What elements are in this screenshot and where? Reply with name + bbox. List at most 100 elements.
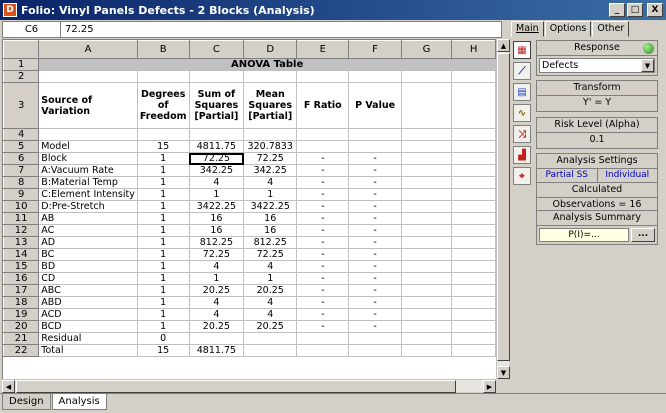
p-value-cell[interactable]: - [348,284,402,297]
cell[interactable] [451,164,496,177]
col-header-e[interactable]: E [296,40,350,59]
ms-cell[interactable]: 4 [243,260,298,273]
cell[interactable] [348,70,402,83]
f-ratio-cell[interactable]: - [296,152,350,165]
source-cell[interactable]: CD [38,272,138,285]
individual-option[interactable]: Individual [596,169,658,182]
df-cell[interactable]: 1 [136,296,190,309]
row-header[interactable]: 9 [3,188,40,201]
row-header[interactable]: 12 [3,224,40,237]
ms-cell[interactable] [243,332,298,345]
cell[interactable] [296,128,350,141]
source-cell[interactable]: A:Vacuum Rate [38,164,138,177]
cell[interactable] [400,320,453,333]
cell[interactable] [451,260,496,273]
df-cell[interactable]: 1 [136,320,190,333]
f-ratio-cell[interactable]: - [296,320,350,333]
f-ratio-cell[interactable]: - [296,248,350,261]
cell[interactable] [400,308,453,321]
source-cell[interactable]: D:Pre-Stretch [38,200,138,213]
p-value-cell[interactable] [348,344,402,357]
p-value-cell[interactable]: - [348,272,402,285]
ss-cell[interactable]: 4 [188,260,245,273]
risk-section[interactable]: Risk Level (Alpha) 0.1 [536,117,658,149]
cell[interactable] [451,140,496,153]
cell[interactable] [400,70,453,83]
cell[interactable] [38,128,138,141]
row-header[interactable]: 2 [3,70,40,83]
df-cell[interactable]: 1 [136,200,190,213]
cell[interactable] [451,332,496,345]
ms-cell[interactable]: 20.25 [243,320,298,333]
tab-options[interactable]: Options [544,21,592,37]
cell[interactable] [451,272,496,285]
scroll-left-icon[interactable]: ◀ [2,380,15,393]
maximize-button[interactable]: □ [627,3,643,17]
cell[interactable] [400,82,453,129]
cell[interactable] [400,152,453,165]
df-cell[interactable]: 1 [136,176,190,189]
horizontal-scrollbar[interactable]: ◀ ▶ [2,379,496,393]
cell[interactable] [400,260,453,273]
cell[interactable] [451,128,496,141]
f-ratio-cell[interactable]: - [296,224,350,237]
ss-cell[interactable]: 16 [188,212,245,225]
f-ratio-cell[interactable]: - [296,188,350,201]
minimize-button[interactable]: _ [609,3,625,17]
cell[interactable] [136,128,190,141]
cell[interactable] [451,152,496,165]
source-cell[interactable]: AC [38,224,138,237]
col-header-d[interactable]: D [243,40,298,59]
col-header-b[interactable]: B [136,40,190,59]
ms-cell[interactable]: 4 [243,296,298,309]
scatter-plot-icon[interactable]: ⟋ [513,62,531,80]
target-icon[interactable]: ⌖ [513,167,531,185]
source-cell[interactable]: Block [38,152,138,165]
ms-cell[interactable]: 20.25 [243,284,298,297]
cell[interactable] [451,284,496,297]
row-header[interactable]: 19 [3,308,40,321]
row-header[interactable]: 17 [3,284,40,297]
source-cell[interactable]: AB [38,212,138,225]
ss-cell[interactable]: 72.25 [188,248,245,261]
source-cell[interactable]: B:Material Temp [38,176,138,189]
ss-cell[interactable]: 1 [188,188,245,201]
cell[interactable] [400,272,453,285]
ss-cell[interactable]: 16 [188,224,245,237]
df-cell[interactable]: 1 [136,272,190,285]
header-df[interactable]: Degrees of Freedom [136,82,190,129]
f-ratio-cell[interactable]: - [296,212,350,225]
df-cell[interactable]: 0 [136,332,190,345]
ss-cell[interactable]: 4811.75 [188,344,245,357]
row-header[interactable]: 20 [3,320,40,333]
ss-cell[interactable]: 72.25 [188,152,245,165]
sheet-tab-design[interactable]: Design [2,394,51,410]
p-value-cell[interactable]: - [348,236,402,249]
header-ss[interactable]: Sum of Squares [Partial] [188,82,245,129]
p-value-cell[interactable]: - [348,260,402,273]
col-header-h[interactable]: H [451,40,496,59]
cell[interactable] [451,248,496,261]
chevron-down-icon[interactable]: ▼ [641,59,654,72]
cell[interactable] [400,236,453,249]
row-header[interactable]: 6 [3,152,40,165]
sheet-tab-analysis[interactable]: Analysis [51,394,107,410]
p-value-cell[interactable]: - [348,308,402,321]
p-value-cell[interactable]: - [348,200,402,213]
ms-cell[interactable]: 1 [243,188,298,201]
cell[interactable] [451,200,496,213]
transform-section[interactable]: Transform Y' = Y [536,80,658,112]
anova-icon[interactable]: ▦ [513,41,531,59]
cell[interactable] [400,140,453,153]
cell[interactable] [451,224,496,237]
df-cell[interactable]: 1 [136,284,190,297]
df-cell[interactable]: 1 [136,236,190,249]
cell[interactable] [136,70,190,83]
p-value-cell[interactable]: - [348,320,402,333]
df-cell[interactable]: 1 [136,248,190,261]
cell[interactable] [451,188,496,201]
ms-cell[interactable]: 3422.25 [243,200,298,213]
source-cell[interactable]: ABD [38,296,138,309]
ss-cell[interactable]: 20.25 [188,320,245,333]
f-ratio-cell[interactable]: - [296,284,350,297]
